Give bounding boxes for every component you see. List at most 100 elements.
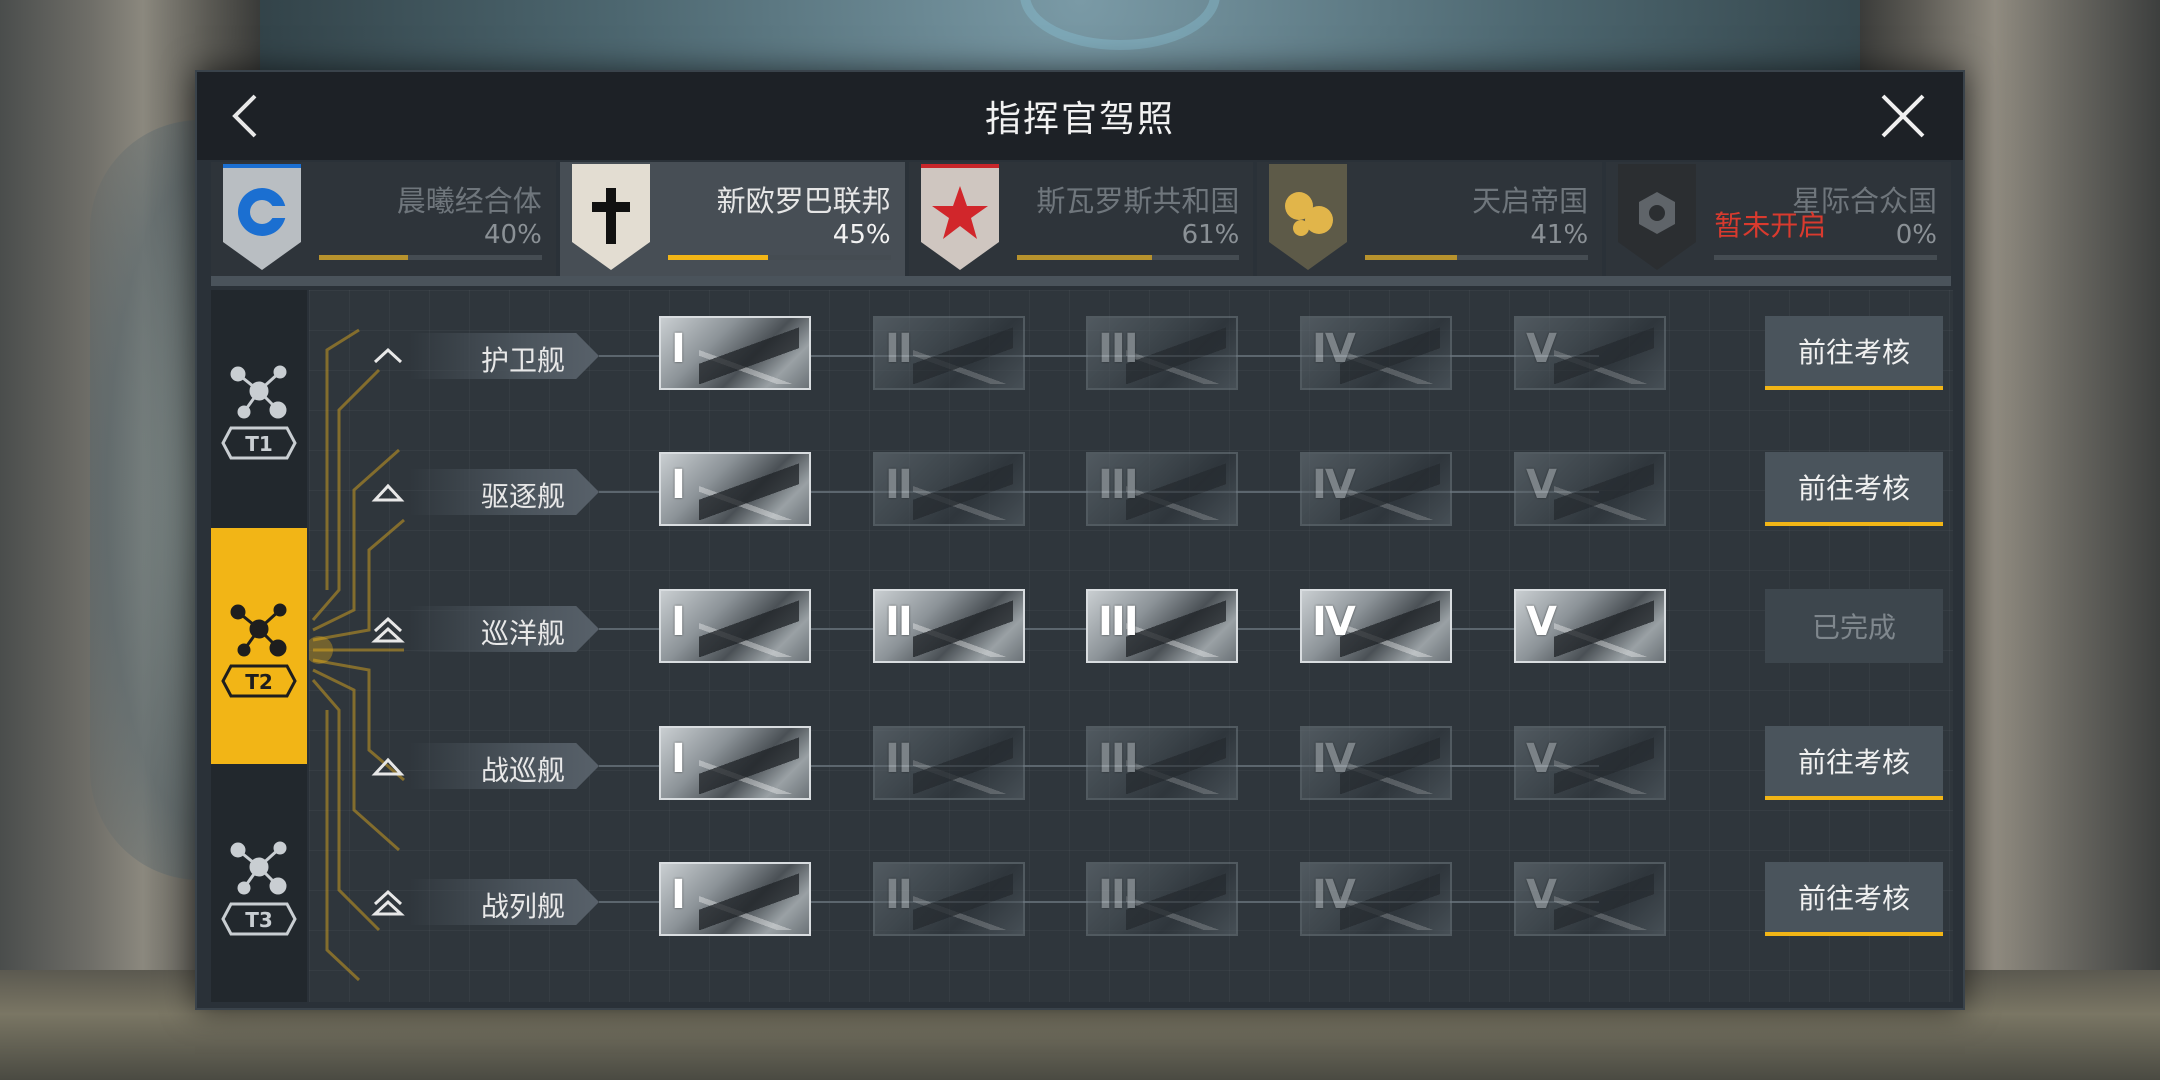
tier-label: T3: [245, 908, 273, 932]
ship-license-card[interactable]: III: [1086, 452, 1238, 526]
ship-class-label: 战列舰: [480, 890, 565, 923]
go-to-exam-button[interactable]: 前往考核: [1765, 862, 1943, 936]
faction-tab[interactable]: 天启帝国 41%: [1257, 162, 1603, 276]
go-to-exam-button[interactable]: 前往考核: [1765, 452, 1943, 526]
ship-license-card[interactable]: I: [659, 316, 811, 390]
level-numeral: II: [885, 462, 913, 508]
ship-license-card[interactable]: IV: [1300, 452, 1452, 526]
outline-chevron-up-icon: [371, 757, 405, 776]
ship-license-card[interactable]: II: [873, 726, 1025, 800]
level-numeral: III: [1098, 599, 1139, 645]
blue-ring-emblem: [223, 164, 301, 270]
level-numeral: I: [671, 462, 686, 508]
faction-name: 晨曦经合体: [396, 184, 542, 218]
level-numeral: II: [885, 599, 913, 645]
tier-tab[interactable]: T1: [211, 290, 307, 526]
level-numeral: I: [671, 326, 686, 372]
go-to-exam-button[interactable]: 前往考核: [1765, 316, 1943, 390]
ship-license-card[interactable]: IV: [1300, 726, 1452, 800]
ship-image: [913, 599, 1013, 657]
ship-image: [1554, 326, 1654, 384]
ship-license-card[interactable]: V: [1514, 862, 1666, 936]
faction-progress-bar: [319, 255, 542, 260]
level-numeral: V: [1526, 736, 1557, 782]
ship-image: [913, 872, 1013, 930]
level-numeral: V: [1526, 599, 1557, 645]
ship-license-card[interactable]: II: [873, 589, 1025, 663]
ship-image: [1554, 872, 1654, 930]
outline-chevron-up-icon: [371, 483, 405, 502]
ship-license-card[interactable]: IV: [1300, 589, 1452, 663]
ship-license-card[interactable]: II: [873, 316, 1025, 390]
ship-license-card[interactable]: III: [1086, 589, 1238, 663]
ship-license-card[interactable]: II: [873, 862, 1025, 936]
ship-class-row: 驱逐舰 I II III IV V 前往考核: [309, 452, 1953, 532]
faction-progress-fill: [1365, 255, 1457, 260]
ship-class-label: 驱逐舰: [480, 480, 565, 513]
faction-percent: 40%: [484, 220, 542, 250]
tier-label: T2: [245, 670, 273, 694]
page-title: 指挥官驾照: [984, 99, 1175, 140]
level-numeral: II: [885, 736, 913, 782]
black-cross-emblem: [571, 164, 650, 270]
ship-image: [699, 462, 799, 520]
ship-license-card[interactable]: I: [659, 452, 811, 526]
faction-progress-fill: [319, 255, 409, 260]
tier-tab[interactable]: T3: [211, 766, 307, 1002]
background-ring: [1020, 0, 1220, 50]
ship-license-card[interactable]: V: [1514, 452, 1666, 526]
ship-license-card[interactable]: III: [1086, 862, 1238, 936]
faction-progress-bar: [1016, 255, 1240, 260]
ship-class-tag: 战列舰: [409, 879, 599, 925]
ship-class-label: 护卫舰: [480, 344, 565, 377]
faction-tab[interactable]: 斯瓦罗斯共和国 61%: [908, 162, 1254, 276]
ship-license-card[interactable]: I: [659, 589, 811, 663]
ship-license-card[interactable]: I: [659, 862, 811, 936]
level-numeral: IV: [1312, 872, 1356, 918]
ship-image: [699, 326, 799, 384]
ship-image: [699, 736, 799, 794]
dark-hexagon-emblem: [1618, 164, 1697, 270]
ship-license-card[interactable]: II: [873, 452, 1025, 526]
ship-license-card[interactable]: III: [1086, 726, 1238, 800]
back-button[interactable]: [219, 88, 275, 144]
faction-tabs-divider: [211, 276, 1951, 286]
close-button[interactable]: [1877, 90, 1929, 142]
faction-tab[interactable]: 星际合众国 0% 暂未开启: [1606, 162, 1951, 276]
level-numeral: IV: [1312, 462, 1356, 508]
ship-license-card[interactable]: V: [1514, 726, 1666, 800]
faction-progress-bar: [1365, 255, 1589, 260]
level-numeral: III: [1098, 736, 1139, 782]
single-chevron-up-icon: [373, 347, 403, 364]
ship-image: [1340, 599, 1440, 657]
level-numeral: III: [1098, 872, 1139, 918]
ship-license-card[interactable]: V: [1514, 589, 1666, 663]
faction-tab[interactable]: 晨曦经合体 40%: [211, 162, 556, 276]
molecule-icon: [230, 365, 287, 419]
chevron-left-icon: [232, 94, 257, 138]
faction-progress-bar: [1714, 255, 1937, 260]
faction-tab[interactable]: 新欧罗巴联邦 45%: [559, 162, 905, 276]
tier-tab[interactable]: T2: [211, 528, 307, 764]
close-icon: [1881, 94, 1925, 138]
level-numeral: IV: [1312, 599, 1356, 645]
gold-circles-emblem: [1269, 164, 1348, 270]
completed-status-button: 已完成: [1765, 589, 1943, 663]
ship-license-card[interactable]: V: [1514, 316, 1666, 390]
faction-name: 斯瓦罗斯共和国: [1036, 184, 1240, 218]
ship-license-card[interactable]: IV: [1300, 862, 1452, 936]
ship-license-card[interactable]: IV: [1300, 316, 1452, 390]
level-numeral: V: [1526, 872, 1557, 918]
ship-image: [699, 872, 799, 930]
faction-progress-bar: [667, 255, 891, 260]
ship-license-card[interactable]: III: [1086, 316, 1238, 390]
ship-image: [1554, 599, 1654, 657]
level-numeral: III: [1098, 462, 1139, 508]
go-to-exam-button[interactable]: 前往考核: [1765, 726, 1943, 800]
tier-selector: T1 T2 T3: [211, 290, 307, 1002]
level-numeral: III: [1098, 326, 1139, 372]
tier-label: T1: [245, 432, 273, 456]
ship-image: [1554, 462, 1654, 520]
ship-license-card[interactable]: I: [659, 726, 811, 800]
level-numeral: II: [885, 872, 913, 918]
